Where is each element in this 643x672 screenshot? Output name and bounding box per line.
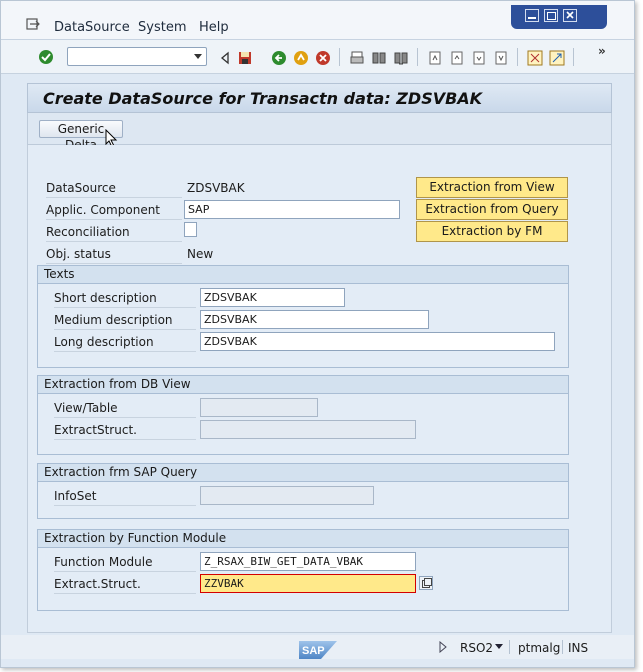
db-view-group: Extraction from DB View View/Table Extra… bbox=[37, 375, 569, 455]
menu-system[interactable]: System bbox=[138, 20, 186, 35]
toolbar-separator bbox=[417, 48, 418, 66]
toolbar-separator bbox=[339, 48, 340, 66]
last-page-icon[interactable] bbox=[493, 50, 509, 66]
sap-logo: SAP bbox=[299, 641, 337, 659]
infoset-label: InfoSet bbox=[54, 489, 97, 503]
page-title: Create DataSource for Transactn data: ZD… bbox=[43, 89, 483, 108]
applic-component-label: Applic. Component bbox=[46, 203, 161, 217]
label-underline bbox=[54, 593, 196, 594]
back-icon[interactable] bbox=[217, 50, 233, 66]
find-next-icon[interactable] bbox=[393, 50, 409, 66]
infoset-field[interactable] bbox=[200, 486, 374, 505]
datasource-label: DataSource bbox=[46, 181, 116, 195]
next-page-icon[interactable] bbox=[471, 50, 487, 66]
obj-status-label: Obj. status bbox=[46, 247, 111, 261]
window-controls bbox=[511, 5, 607, 29]
label-underline bbox=[46, 219, 182, 220]
menu-bar: DataSource System Help bbox=[1, 1, 634, 40]
more-icon[interactable]: » bbox=[598, 44, 606, 58]
label-underline bbox=[46, 241, 182, 242]
toolbar-separator bbox=[517, 48, 518, 66]
prev-page-icon[interactable] bbox=[449, 50, 465, 66]
standard-toolbar: » bbox=[1, 40, 634, 74]
back-green-icon[interactable] bbox=[271, 50, 287, 66]
texts-group: Texts Short description ZDSVBAK Medium d… bbox=[37, 265, 569, 368]
long-description-label: Long description bbox=[54, 335, 154, 349]
extractstruct-label: ExtractStruct. bbox=[54, 423, 137, 437]
label-underline bbox=[46, 197, 182, 198]
find-icon[interactable] bbox=[371, 50, 387, 66]
shortcut-icon[interactable] bbox=[549, 50, 565, 66]
chevron-down-icon[interactable] bbox=[194, 54, 202, 59]
status-bar: SAP RSO2 ptmalg INS bbox=[1, 635, 634, 659]
display-icon[interactable] bbox=[419, 576, 433, 590]
extractstruct-field[interactable] bbox=[200, 420, 416, 439]
function-module-label: Function Module bbox=[54, 555, 153, 569]
status-expand-icon[interactable] bbox=[439, 641, 447, 653]
server-name: ptmalg bbox=[518, 641, 561, 655]
chevron-down-icon[interactable] bbox=[495, 644, 503, 649]
close-icon bbox=[566, 11, 574, 19]
main-content: DataSource ZDSVBAK Applic. Component SAP… bbox=[27, 145, 612, 633]
view-table-label: View/Table bbox=[54, 401, 118, 415]
label-underline bbox=[54, 505, 196, 506]
obj-status-value: New bbox=[187, 247, 214, 261]
label-underline bbox=[54, 307, 196, 308]
view-table-field[interactable] bbox=[200, 398, 318, 417]
command-field[interactable] bbox=[67, 47, 207, 66]
short-description-field[interactable]: ZDSVBAK bbox=[200, 288, 345, 307]
new-session-icon[interactable] bbox=[527, 50, 543, 66]
short-description-label: Short description bbox=[54, 291, 157, 305]
extraction-from-query-button[interactable]: Extraction from Query bbox=[416, 199, 568, 220]
function-module-field[interactable]: Z_RSAX_BIW_GET_DATA_VBAK bbox=[200, 552, 416, 571]
status-separator bbox=[509, 640, 510, 654]
label-underline bbox=[46, 263, 182, 264]
toolbar-separator bbox=[573, 48, 574, 66]
label-underline bbox=[54, 329, 196, 330]
save-icon[interactable] bbox=[237, 50, 253, 66]
db-view-group-title: Extraction from DB View bbox=[38, 376, 568, 394]
screen-title-bar: Create DataSource for Transactn data: ZD… bbox=[27, 83, 612, 113]
menu-help[interactable]: Help bbox=[199, 20, 229, 35]
label-underline bbox=[54, 417, 196, 418]
application-toolbar: Generic Delta bbox=[27, 113, 612, 152]
applic-component-field[interactable]: SAP bbox=[184, 200, 400, 219]
minimize-button[interactable] bbox=[525, 9, 539, 22]
sap-query-group: Extraction frm SAP Query InfoSet bbox=[37, 463, 569, 519]
label-underline bbox=[54, 439, 196, 440]
label-underline bbox=[54, 571, 196, 572]
extract-struct-label: Extract.Struct. bbox=[54, 577, 141, 591]
sap-window: DataSource System Help » Create DataSour… bbox=[0, 0, 635, 668]
first-page-icon[interactable] bbox=[427, 50, 443, 66]
menu-datasource[interactable]: DataSource bbox=[54, 20, 130, 35]
print-icon[interactable] bbox=[349, 50, 365, 66]
close-button[interactable] bbox=[563, 9, 577, 22]
transaction-code: RSO2 bbox=[460, 641, 494, 655]
enter-icon[interactable] bbox=[38, 49, 54, 65]
medium-description-field[interactable]: ZDSVBAK bbox=[200, 310, 429, 329]
menu-list-icon[interactable] bbox=[26, 18, 40, 30]
exit-icon[interactable] bbox=[293, 50, 309, 66]
sap-query-group-title: Extraction frm SAP Query bbox=[38, 464, 568, 482]
texts-group-title: Texts bbox=[38, 266, 568, 284]
extract-struct-field[interactable]: ZZVBAK bbox=[200, 574, 416, 593]
sap-logo-text: SAP bbox=[302, 645, 325, 657]
medium-description-label: Medium description bbox=[54, 313, 173, 327]
insert-mode: INS bbox=[568, 641, 589, 655]
extraction-from-view-button[interactable]: Extraction from View bbox=[416, 177, 568, 198]
function-module-group-title: Extraction by Function Module bbox=[38, 530, 568, 548]
reconciliation-checkbox[interactable] bbox=[184, 222, 197, 237]
maximize-button[interactable] bbox=[544, 9, 558, 22]
datasource-value: ZDSVBAK bbox=[187, 181, 245, 195]
status-separator bbox=[562, 640, 563, 654]
label-underline bbox=[54, 351, 196, 352]
long-description-field[interactable]: ZDSVBAK bbox=[200, 332, 555, 351]
function-module-group: Extraction by Function Module Function M… bbox=[37, 529, 569, 611]
reconciliation-label: Reconciliation bbox=[46, 225, 130, 239]
cancel-icon[interactable] bbox=[315, 50, 331, 66]
extraction-by-fm-button[interactable]: Extraction by FM bbox=[416, 221, 568, 242]
